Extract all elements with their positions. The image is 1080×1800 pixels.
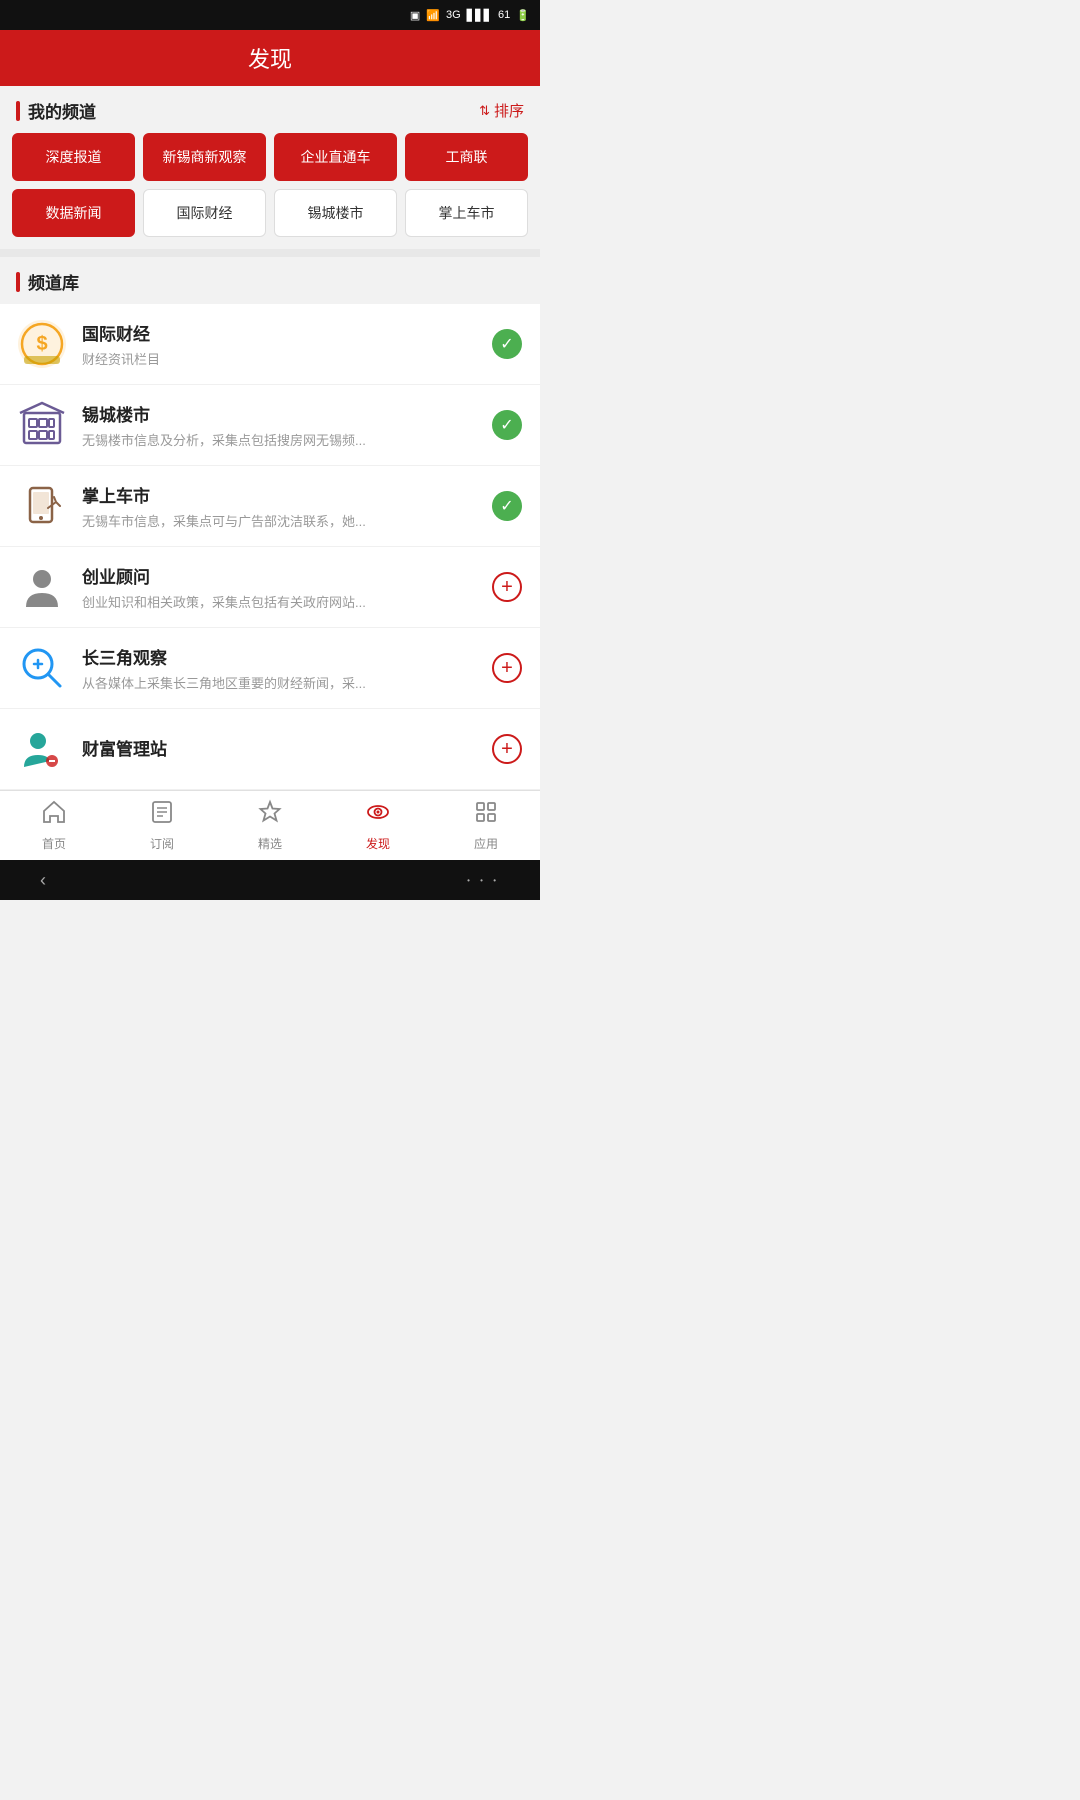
library-action-国际财经[interactable]: ✓ [490, 327, 524, 361]
nav-label-首页: 首页 [42, 835, 66, 852]
library-info-长三角观察: 长三角观察 从各媒体上采集长三角地区重要的财经新闻，采... [82, 644, 476, 692]
library-desc-锡城楼市: 无锡楼市信息及分析，采集点包括搜房网无锡频... [82, 430, 476, 449]
library-item-掌上车市: 掌上车市 无锡车市信息，采集点可与广告部沈洁联系，她... ✓ [0, 466, 540, 547]
my-channels-title: 我的频道 [28, 98, 96, 123]
nav-item-精选[interactable]: 精选 [216, 791, 324, 860]
library-name-财富管理站: 财富管理站 [82, 735, 476, 760]
status-vibrate: ▣ [410, 9, 420, 22]
my-channels-section: 我的频道 ⇅ 排序 深度报道 新锡商新观察 企业直通车 工商联 数据新闻 国际财… [0, 86, 540, 249]
channel-library-list: $ 国际财经 财经资讯栏目 ✓ [0, 304, 540, 790]
library-item-创业顾问: 创业顾问 创业知识和相关政策，采集点包括有关政府网站... + [0, 547, 540, 628]
channel-btn-数据新闻[interactable]: 数据新闻 [12, 189, 135, 237]
sort-label: 排序 [494, 100, 524, 121]
library-info-财富管理站: 财富管理站 [82, 735, 476, 764]
sort-button[interactable]: ⇅ 排序 [479, 100, 524, 121]
library-info-创业顾问: 创业顾问 创业知识和相关政策，采集点包括有关政府网站... [82, 563, 476, 611]
status-wifi: 📶 [426, 9, 440, 22]
library-action-创业顾问[interactable]: + [490, 570, 524, 604]
library-desc-掌上车市: 无锡车市信息，采集点可与广告部沈洁联系，她... [82, 511, 476, 530]
page-title: 发现 [248, 42, 292, 74]
library-bar-accent [16, 272, 20, 292]
book-icon [149, 799, 175, 831]
channel-btn-工商联[interactable]: 工商联 [405, 133, 528, 181]
home-icon [41, 799, 67, 831]
back-button[interactable]: ‹ [40, 870, 46, 891]
channel-btn-锡城楼市[interactable]: 锡城楼市 [274, 189, 397, 237]
add-icon-长三角观察: + [492, 653, 522, 683]
bottom-nav: 首页 订阅 精选 发现 [0, 790, 540, 860]
nav-item-首页[interactable]: 首页 [0, 791, 108, 860]
channel-btn-新锡商新观察[interactable]: 新锡商新观察 [143, 133, 266, 181]
channel-library-header: 频道库 [0, 257, 540, 304]
sort-icon: ⇅ [479, 103, 490, 119]
nav-item-发现[interactable]: 发现 [324, 791, 432, 860]
library-action-锡城楼市[interactable]: ✓ [490, 408, 524, 442]
nav-label-订阅: 订阅 [150, 835, 174, 852]
nav-item-订阅[interactable]: 订阅 [108, 791, 216, 860]
channel-library-title: 频道库 [28, 269, 79, 294]
library-desc-国际财经: 财经资讯栏目 [82, 349, 476, 368]
check-icon-国际财经: ✓ [492, 329, 522, 359]
nav-item-应用[interactable]: 应用 [432, 791, 540, 860]
dots-button[interactable]: • • • [467, 876, 500, 885]
my-channels-header: 我的频道 ⇅ 排序 [0, 98, 540, 133]
channel-btn-深度报道[interactable]: 深度报道 [12, 133, 135, 181]
library-info-锡城楼市: 锡城楼市 无锡楼市信息及分析，采集点包括搜房网无锡频... [82, 401, 476, 449]
system-bar: ‹ • • • [0, 860, 540, 900]
library-name-创业顾问: 创业顾问 [82, 563, 476, 588]
star-icon [257, 799, 283, 831]
channel-btn-国际财经[interactable]: 国际财经 [143, 189, 266, 237]
status-bars: ▋▋▋ [467, 9, 492, 22]
library-desc-长三角观察: 从各媒体上采集长三角地区重要的财经新闻，采... [82, 673, 476, 692]
section-divider [0, 249, 540, 257]
channel-btn-掌上车市[interactable]: 掌上车市 [405, 189, 528, 237]
icon-财富管理站 [16, 723, 68, 775]
nav-label-发现: 发现 [366, 835, 390, 852]
library-name-掌上车市: 掌上车市 [82, 482, 476, 507]
library-info-掌上车市: 掌上车市 无锡车市信息，采集点可与广告部沈洁联系，她... [82, 482, 476, 530]
section-bar-accent [16, 101, 20, 121]
nav-label-精选: 精选 [258, 835, 282, 852]
channel-btn-企业直通车[interactable]: 企业直通车 [274, 133, 397, 181]
add-icon-财富管理站: + [492, 734, 522, 764]
library-name-国际财经: 国际财经 [82, 320, 476, 345]
status-bar: ▣ 📶 3G ▋▋▋ 61 🔋 [0, 0, 540, 30]
library-name-长三角观察: 长三角观察 [82, 644, 476, 669]
nav-label-应用: 应用 [474, 835, 498, 852]
grid-icon [473, 799, 499, 831]
check-icon-掌上车市: ✓ [492, 491, 522, 521]
library-info-国际财经: 国际财经 财经资讯栏目 [82, 320, 476, 368]
library-action-财富管理站[interactable]: + [490, 732, 524, 766]
eye-icon [365, 799, 391, 831]
library-action-掌上车市[interactable]: ✓ [490, 489, 524, 523]
icon-锡城楼市 [16, 399, 68, 451]
library-item-财富管理站: 财富管理站 + [0, 709, 540, 790]
page-header: 发现 [0, 30, 540, 86]
library-action-长三角观察[interactable]: + [490, 651, 524, 685]
library-item-锡城楼市: 锡城楼市 无锡楼市信息及分析，采集点包括搜房网无锡频... ✓ [0, 385, 540, 466]
library-item-国际财经: $ 国际财经 财经资讯栏目 ✓ [0, 304, 540, 385]
status-battery-num: 61 [498, 9, 510, 21]
section-title-wrap: 我的频道 [16, 98, 96, 123]
main-content: 我的频道 ⇅ 排序 深度报道 新锡商新观察 企业直通车 工商联 数据新闻 国际财… [0, 86, 540, 790]
status-signal: 3G [446, 9, 461, 21]
add-icon-创业顾问: + [492, 572, 522, 602]
library-desc-创业顾问: 创业知识和相关政策，采集点包括有关政府网站... [82, 592, 476, 611]
channel-grid: 深度报道 新锡商新观察 企业直通车 工商联 数据新闻 国际财经 锡城楼市 掌上车… [0, 133, 540, 249]
check-icon-锡城楼市: ✓ [492, 410, 522, 440]
icon-掌上车市 [16, 480, 68, 532]
library-name-锡城楼市: 锡城楼市 [82, 401, 476, 426]
icon-国际财经: $ [16, 318, 68, 370]
status-battery-icon: 🔋 [516, 9, 530, 22]
svg-text:$: $ [36, 333, 47, 355]
icon-长三角观察 [16, 642, 68, 694]
icon-创业顾问 [16, 561, 68, 613]
library-item-长三角观察: 长三角观察 从各媒体上采集长三角地区重要的财经新闻，采... + [0, 628, 540, 709]
